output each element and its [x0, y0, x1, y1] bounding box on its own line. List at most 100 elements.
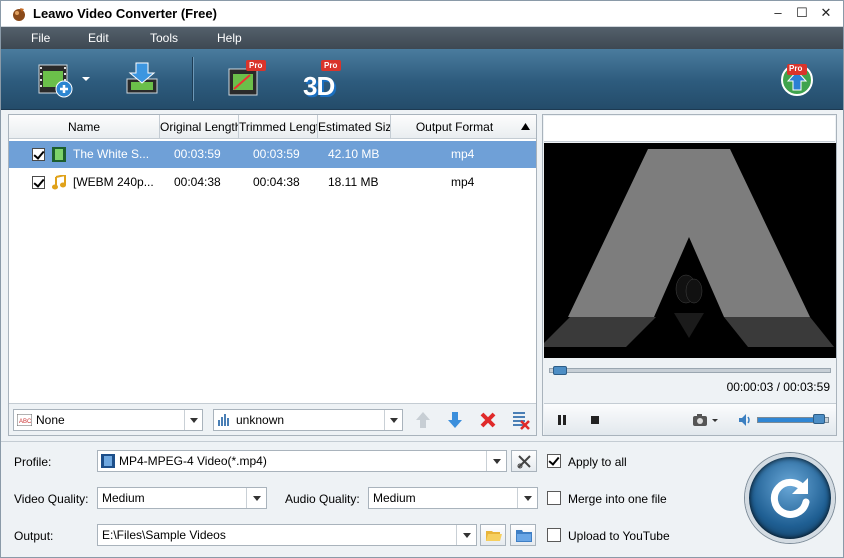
preview-panel: 00:00:03 / 00:03:59 — [542, 114, 837, 436]
toolbar-separator — [192, 57, 193, 101]
file-list-footer: ABC None unknown — [9, 403, 536, 435]
subtitle-value: None — [36, 413, 65, 427]
output-label: Output: — [14, 529, 54, 543]
col-name[interactable]: Name — [9, 115, 160, 139]
menu-help[interactable]: Help — [217, 31, 242, 45]
col-estimated-size[interactable]: Estimated Size — [318, 115, 391, 139]
col-original-length[interactable]: Original Length — [160, 115, 239, 139]
row-checkbox[interactable] — [32, 148, 45, 161]
move-down-arrow-icon[interactable] — [445, 410, 465, 430]
film-icon — [101, 454, 115, 468]
seek-handle[interactable] — [553, 366, 567, 375]
playback-time: 00:00:03 / 00:03:59 — [726, 380, 830, 394]
col-trimmed-length[interactable]: Trimmed Length — [239, 115, 318, 139]
3d-label: 3D — [303, 71, 335, 101]
music-note-icon — [52, 175, 66, 190]
video-frame-image — [544, 143, 836, 358]
row-original-length: 00:04:38 — [174, 175, 221, 189]
row-checkbox[interactable] — [32, 176, 45, 189]
snapshot-camera-icon[interactable] — [692, 413, 720, 427]
upgrade-pro-badge: Pro — [789, 64, 803, 73]
profile-label: Profile: — [14, 455, 52, 469]
preview-title-bar — [544, 116, 835, 142]
profile-select[interactable]: MP4-MPEG-4 Video(*.mp4) — [97, 450, 507, 472]
output-path-value: E:\Files\Sample Videos — [102, 528, 226, 542]
menu-bar: File Edit Tools Help — [1, 27, 843, 49]
output-path-select[interactable]: E:\Files\Sample Videos — [97, 524, 477, 546]
load-dvd-button[interactable] — [122, 59, 162, 99]
volume-handle[interactable] — [813, 414, 825, 424]
audio-track-select[interactable]: unknown — [213, 409, 403, 431]
audio-bars-icon — [218, 414, 229, 426]
chevron-down-icon — [486, 451, 506, 471]
toolbar: Pro 3D Pro Pro — [1, 49, 843, 110]
video-preview — [544, 143, 836, 358]
stop-icon[interactable] — [590, 415, 600, 425]
3d-pro-badge: Pro — [324, 61, 338, 70]
chevron-down-icon — [184, 410, 202, 430]
playback-controls — [544, 403, 836, 435]
merge-checkbox[interactable] — [547, 491, 561, 505]
audio-quality-value: Medium — [373, 491, 416, 505]
svg-text:ABC: ABC — [19, 419, 32, 425]
audio-quality-label: Audio Quality: — [285, 492, 360, 506]
convert-refresh-icon — [770, 478, 810, 518]
menu-tools[interactable]: Tools — [150, 31, 178, 45]
upload-youtube-checkbox[interactable] — [547, 528, 561, 542]
volume-icon[interactable] — [738, 413, 752, 427]
move-up-arrow-icon[interactable] — [413, 410, 433, 430]
app-logo-icon — [13, 8, 25, 21]
video-quality-value: Medium — [102, 491, 145, 505]
audio-quality-select[interactable]: Medium — [368, 487, 538, 509]
row-name: The White S... — [73, 147, 150, 161]
upload-youtube-label: Upload to YouTube — [568, 529, 670, 543]
folder-icon — [516, 530, 532, 542]
window-title: Leawo Video Converter (Free) — [33, 6, 217, 21]
menu-file[interactable]: File — [31, 31, 50, 45]
row-trimmed-length: 00:04:38 — [253, 175, 300, 189]
audio-track-value: unknown — [236, 413, 285, 427]
delete-icon[interactable] — [479, 411, 497, 429]
col-output-format[interactable]: Output Format — [391, 115, 518, 139]
merge-label: Merge into one file — [568, 492, 667, 506]
video-file-icon — [52, 147, 66, 162]
convert-button[interactable] — [745, 453, 835, 543]
seek-bar[interactable] — [549, 366, 831, 375]
subtitle-icon: ABC — [17, 414, 32, 426]
add-video-button[interactable] — [36, 59, 92, 99]
minimize-button[interactable]: – — [767, 4, 789, 22]
open-folder-button[interactable] — [510, 524, 536, 546]
video-quality-select[interactable]: Medium — [97, 487, 267, 509]
video-quality-label: Video Quality: — [14, 492, 89, 506]
row-format[interactable]: mp4 — [451, 169, 474, 196]
chevron-down-icon — [456, 525, 476, 545]
row-trimmed-length: 00:03:59 — [253, 147, 300, 161]
row-size: 42.10 MB — [328, 147, 380, 161]
profile-value: MP4-MPEG-4 Video(*.mp4) — [119, 454, 267, 468]
wrench-scissors-icon — [517, 455, 531, 469]
settings-panel: Profile: MP4-MPEG-4 Video(*.mp4) Apply t… — [1, 441, 843, 557]
row-name: [WEBM 240p... — [73, 175, 154, 189]
title-bar: Leawo Video Converter (Free) – ☐ ✕ — [1, 1, 843, 27]
volume-slider[interactable] — [757, 414, 829, 424]
table-row[interactable]: The White S... 00:03:59 00:03:59 42.10 M… — [9, 141, 536, 168]
row-format[interactable]: mp4 — [451, 141, 474, 168]
menu-edit[interactable]: Edit — [88, 31, 109, 45]
apply-to-all-checkbox[interactable] — [547, 454, 561, 468]
row-original-length: 00:03:59 — [174, 147, 221, 161]
chevron-down-icon — [384, 410, 402, 430]
pause-icon[interactable] — [556, 414, 568, 426]
folder-open-icon — [486, 531, 502, 541]
volume-fill — [758, 418, 813, 422]
subtitle-select[interactable]: ABC None — [13, 409, 203, 431]
profile-settings-button[interactable] — [511, 450, 537, 472]
sort-ascending-icon — [521, 123, 530, 130]
close-button[interactable]: ✕ — [815, 4, 837, 22]
file-list-header: Name Original Length Trimmed Length Esti… — [9, 115, 536, 139]
maximize-button[interactable]: ☐ — [791, 4, 813, 22]
clear-list-icon[interactable] — [512, 410, 530, 430]
row-size: 18.11 MB — [328, 175, 379, 189]
table-row[interactable]: [WEBM 240p... 00:04:38 00:04:38 18.11 MB… — [9, 169, 536, 196]
chevron-down-icon — [246, 488, 266, 508]
browse-folder-button[interactable] — [480, 524, 506, 546]
